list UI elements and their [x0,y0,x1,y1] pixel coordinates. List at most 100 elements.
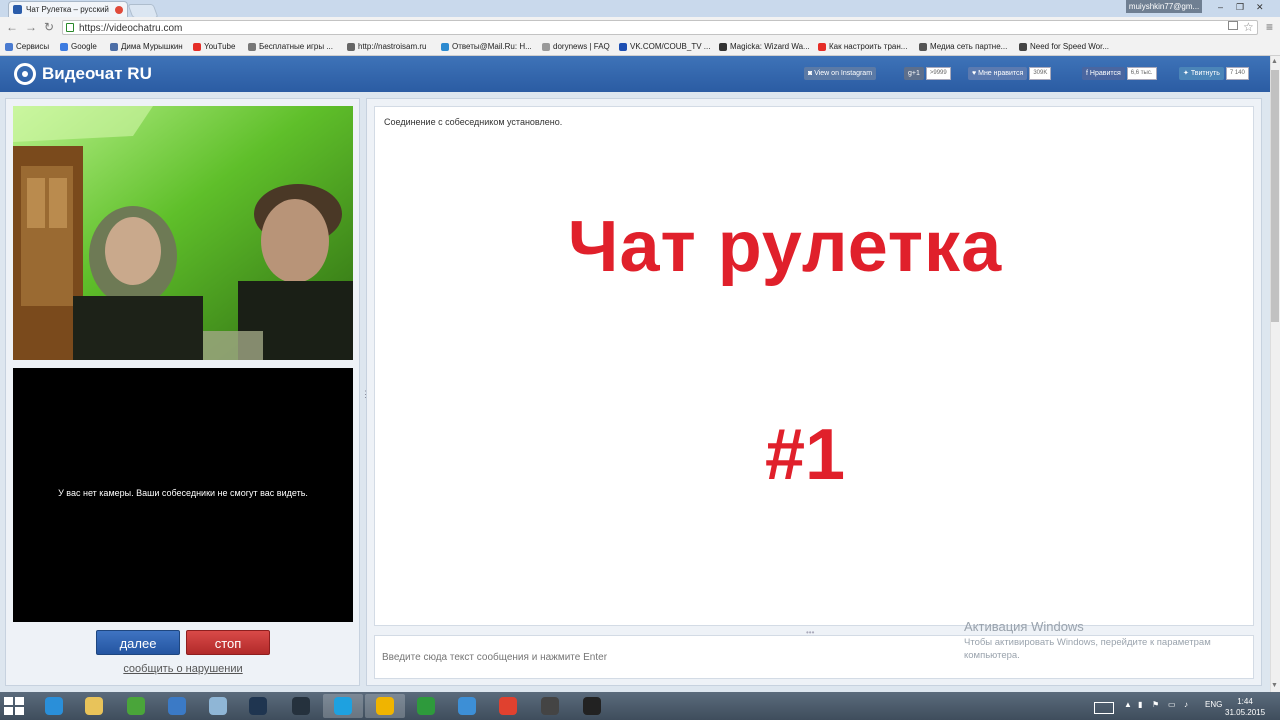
system-clock[interactable]: 1:44 31.05.2015 [1225,696,1265,718]
gplus-count: >9999 [925,67,951,80]
taskbar-button[interactable] [116,694,156,718]
logo-text: Видеочат RU [42,64,152,83]
taskbar-button[interactable] [238,694,278,718]
bookmark-item[interactable]: Дима Мурышкин [110,38,183,55]
tweet-button[interactable]: ✦ Твитнуть 7 140 [1179,67,1249,80]
taskbar-button[interactable] [530,694,570,718]
site-favicon-icon [13,5,22,14]
browser-menu-icon[interactable]: ≡ [1266,20,1273,34]
logo-flower-icon [14,63,36,85]
connection-status: Соединение с собеседником установлено. [384,117,563,127]
partner-video [13,106,353,360]
nfs-icon [1019,42,1027,51]
cast-icon[interactable] [1228,21,1238,30]
back-icon[interactable]: ← [6,20,18,34]
tweet-count: 7 140 [1225,67,1249,80]
scroll-up-icon[interactable]: ▲ [1271,58,1278,65]
media-player-icon [458,697,476,715]
bookmark-item[interactable]: Бесплатные игры ... [248,38,333,55]
youtube-icon [818,42,826,51]
taskbar-button[interactable] [34,694,74,718]
restore-icon[interactable]: ❐ [1236,2,1244,13]
gplus-button[interactable]: g+1 >9999 [904,67,951,80]
bookmark-item[interactable]: Ответы@Mail.Ru: H... [441,38,532,55]
site-header [0,56,1270,92]
media-network-icon [919,42,927,51]
bookmark-item[interactable]: Сервисы [5,38,49,55]
file-explorer-icon [85,697,103,715]
steam-small-icon [719,42,727,51]
display-icon[interactable]: ▭ [1168,700,1176,709]
keyboard-icon[interactable] [1094,702,1114,714]
crescent-app-icon [168,697,186,715]
audio-app-icon [209,697,227,715]
minimize-icon[interactable]: – [1218,2,1223,12]
taskbar-button[interactable] [281,694,321,718]
bookmark-item[interactable]: YouTube [193,38,235,55]
bookmark-item[interactable]: http://nastroisam.ru [347,38,426,55]
partner-video-frame [13,106,353,360]
windows-activation-watermark: Активация Windows Чтобы активировать Win… [964,619,1234,662]
taskbar-button[interactable] [365,694,405,718]
instagram-button[interactable]: ◙ View on Instagram [804,67,877,80]
taskbar-button[interactable] [198,694,238,718]
no-camera-message: У вас нет камеры. Ваши собеседники не см… [58,488,308,498]
overlay-title: Чат рулетка [567,207,1003,287]
taskbar-button[interactable] [74,694,114,718]
chat-log [374,106,1254,626]
scroll-down-icon[interactable]: ▼ [1271,682,1278,689]
address-bar[interactable]: https://videochatru.com [62,20,1258,35]
vk-icon [110,42,118,51]
start-button-icon[interactable] [4,697,24,715]
bookmark-item[interactable]: Need for Speed Wor... [1019,38,1109,55]
next-button[interactable]: далее [96,630,180,655]
clock-date: 31.05.2015 [1225,708,1266,717]
taskbar-button[interactable] [488,694,528,718]
window-close-icon[interactable]: ✕ [1256,2,1264,13]
report-abuse-link[interactable]: сообщить о нарушении [13,663,353,675]
mail-answers-icon [441,42,449,51]
bookmark-item[interactable]: Google [60,38,97,55]
reload-icon[interactable]: ↻ [44,20,54,34]
clock-time: 1:44 [1237,697,1253,706]
forward-icon[interactable]: → [25,20,37,34]
new-tab-button[interactable] [127,4,159,18]
volume-icon[interactable]: ♪ [1184,700,1188,709]
scrollbar-thumb[interactable] [1271,70,1279,322]
bookmark-item[interactable]: Magicka: Wizard Wa... [719,38,810,55]
page-icon [542,42,550,51]
flag-icon[interactable]: ⚑ [1152,700,1159,709]
language-indicator[interactable]: ENG [1205,700,1222,709]
clover-app-icon [417,697,435,715]
bookmark-item[interactable]: Как настроить тран... [818,38,907,55]
vk-like-button[interactable]: ♥ Мне нравится 309K [968,67,1052,80]
site-logo[interactable]: Видеочат RU [14,63,152,85]
taskbar-button[interactable] [447,694,487,718]
browser-tab[interactable]: Чат Рулетка – русский [8,1,128,17]
stop-button[interactable]: стоп [186,630,270,655]
obs-icon [583,697,601,715]
coub-icon [619,42,627,51]
facebook-like-button[interactable]: f Нравится 6,6 тыс. [1082,67,1157,80]
browser-titlebar [0,0,1280,17]
bookmark-star-icon[interactable]: ☆ [1243,20,1254,34]
tray-expand-icon[interactable]: ▲ [1124,700,1132,709]
taskbar-button[interactable] [323,694,363,718]
bookmark-item[interactable]: Медиа сеть партне... [919,38,1007,55]
activation-title: Активация Windows [964,619,1084,634]
skype-icon [334,697,352,715]
steam-icon [249,697,267,715]
apps-icon [5,42,13,51]
google-icon [60,42,68,51]
taskbar-button[interactable] [572,694,612,718]
bookmark-item[interactable]: dorynews | FAQ [542,38,610,55]
network-icon[interactable]: ▮ [1138,700,1142,709]
taskbar-button[interactable] [157,694,197,718]
profile-badge[interactable]: muiyshkin77@gm... [1126,0,1202,13]
lock-icon [66,23,74,32]
taskbar-button[interactable] [406,694,446,718]
utorrent-icon [127,697,145,715]
bookmark-item[interactable]: VK.COM/COUB_TV ... [619,38,710,55]
tab-close-icon[interactable] [115,5,123,14]
youtube-icon [193,42,201,51]
